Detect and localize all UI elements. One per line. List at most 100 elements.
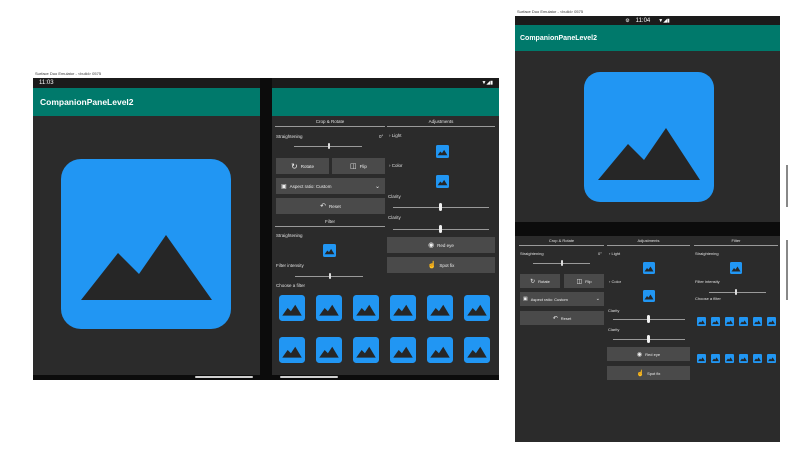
- section-header-crop-rotate-2: Crop & Rotate: [519, 238, 604, 246]
- image-icon: [436, 145, 449, 158]
- reset-button-2[interactable]: ↶ Reset: [520, 311, 604, 325]
- filter-thumbnail[interactable]: [353, 337, 379, 363]
- filter-thumbnail[interactable]: [464, 295, 490, 321]
- device-hinge-2: [515, 222, 780, 236]
- rotate-button-2[interactable]: ↻ Rotate: [520, 274, 560, 288]
- filter-thumbnail[interactable]: [767, 354, 776, 363]
- filter-intensity-slider-thumb-2[interactable]: [735, 289, 737, 295]
- undo-icon: ↶: [320, 203, 327, 210]
- flip-icon: ◫: [350, 163, 357, 170]
- color-expander-2[interactable]: › Color: [609, 279, 621, 284]
- image-icon: [323, 244, 336, 257]
- straightening-value-2: 0°: [598, 251, 602, 256]
- chevron-down-icon: ⌄: [374, 183, 380, 190]
- filter-intensity-slider-2[interactable]: [709, 292, 766, 293]
- section-header-filter: Filter: [275, 219, 385, 227]
- clarity-label-3: Clarity: [608, 308, 620, 313]
- filter-thumbnail[interactable]: [316, 337, 342, 363]
- flip-button[interactable]: ◫ Flip: [332, 158, 385, 174]
- chevron-down-icon: ⌄: [595, 296, 600, 302]
- scrollbar-bottom[interactable]: [786, 240, 788, 300]
- clarity-label-2: Clarity: [388, 215, 401, 220]
- undo-icon: ↶: [552, 315, 558, 322]
- flip-button-2[interactable]: ◫ Flip: [564, 274, 604, 288]
- filter-straightening-label: Straightening: [276, 233, 303, 238]
- spot-fix-button[interactable]: ☝ Spot fix: [387, 257, 495, 273]
- red-eye-button[interactable]: ◉ Red eye: [387, 237, 495, 253]
- image-icon: [643, 290, 655, 302]
- status-bar-2: ⚙ 11:04 ▼◢▮: [515, 16, 780, 25]
- device-hinge: [260, 78, 272, 380]
- eye-icon: ◉: [428, 242, 435, 249]
- filter-thumbnail[interactable]: [753, 354, 762, 363]
- filter-thumbnail[interactable]: [427, 337, 453, 363]
- straightening-slider-thumb-2[interactable]: [561, 260, 563, 266]
- image-icon: [436, 175, 449, 188]
- rotate-button[interactable]: ↻ Rotate: [276, 158, 329, 174]
- straightening-label-2: Straightening: [520, 251, 544, 256]
- clarity-slider-thumb-2[interactable]: [439, 225, 442, 233]
- filter-thumbnail[interactable]: [353, 295, 379, 321]
- aspect-ratio-dropdown-2[interactable]: ▣ Aspect ratio: Custom ⌄: [520, 292, 604, 306]
- clarity-slider-thumb-4[interactable]: [647, 335, 650, 343]
- image-preview-icon: [61, 159, 231, 329]
- touch-icon: ☝: [636, 370, 645, 377]
- touch-icon: ☝: [427, 262, 437, 269]
- section-header-adjustments: Adjustments: [387, 119, 495, 127]
- filter-intensity-slider-thumb[interactable]: [329, 273, 331, 279]
- gesture-handle-2[interactable]: [280, 376, 338, 378]
- straightening-value: 0°: [379, 134, 384, 139]
- status-icons: ▼◢▮: [481, 80, 493, 86]
- filter-thumbnail[interactable]: [725, 354, 734, 363]
- filter-thumbnail[interactable]: [711, 354, 720, 363]
- light-expander[interactable]: › Light: [389, 133, 402, 138]
- settings-icon: ⚙: [625, 17, 630, 24]
- emulator-title: Surface Duo Emulator - <build> 0575: [35, 71, 102, 76]
- eye-icon: ◉: [636, 351, 643, 358]
- filter-intensity-label-2: Filter intensity: [695, 279, 720, 284]
- filter-intensity-label: Filter intensity: [276, 263, 304, 268]
- filter-thumbnail[interactable]: [390, 337, 416, 363]
- filter-thumbnail[interactable]: [279, 295, 305, 321]
- image-icon: [643, 262, 655, 274]
- status-time-2: 11:04: [635, 17, 651, 24]
- reset-button[interactable]: ↶ Reset: [276, 198, 385, 214]
- filter-thumbnail[interactable]: [390, 295, 416, 321]
- clarity-label: Clarity: [388, 194, 401, 199]
- app-title-2: CompanionPaneLevel2: [520, 34, 598, 42]
- filter-thumbnail[interactable]: [316, 295, 342, 321]
- spot-fix-button-2[interactable]: ☝ Spot fix: [607, 366, 690, 380]
- status-time: 11:03: [39, 80, 54, 86]
- filter-thumbnail[interactable]: [427, 295, 453, 321]
- clarity-label-4: Clarity: [608, 327, 620, 332]
- filter-thumbnail[interactable]: [279, 337, 305, 363]
- color-expander[interactable]: › Color: [389, 163, 403, 168]
- gesture-handle[interactable]: [195, 376, 253, 378]
- filter-thumbnail[interactable]: [697, 317, 706, 326]
- light-expander-2[interactable]: › Light: [609, 251, 620, 256]
- navigation-bar: [33, 375, 499, 380]
- filter-thumbnail[interactable]: [697, 354, 706, 363]
- choose-filter-label: Choose a filter: [276, 283, 306, 288]
- filter-straightening-label-2: Straightening: [695, 251, 719, 256]
- status-icons-2: ▼◢▮: [658, 17, 670, 24]
- emulator-title-2: Surface Duo Emulator - <build> 0575: [517, 9, 584, 14]
- filter-thumbnail[interactable]: [725, 317, 734, 326]
- filter-thumbnail[interactable]: [767, 317, 776, 326]
- red-eye-button-2[interactable]: ◉ Red eye: [607, 347, 690, 361]
- clarity-slider-thumb[interactable]: [439, 203, 442, 211]
- app-bar: CompanionPaneLevel2: [33, 88, 260, 116]
- filter-thumbnail[interactable]: [464, 337, 490, 363]
- scrollbar-top[interactable]: [786, 165, 788, 207]
- straightening-slider-thumb[interactable]: [328, 143, 330, 149]
- app-bar-2: CompanionPaneLevel2: [515, 25, 780, 51]
- chevron-right-icon: ›: [389, 133, 391, 138]
- filter-thumbnail[interactable]: [739, 354, 748, 363]
- section-header-filter-2: Filter: [694, 238, 778, 246]
- filter-thumbnail[interactable]: [711, 317, 720, 326]
- image-preview-icon-2: [584, 72, 714, 202]
- filter-thumbnail[interactable]: [753, 317, 762, 326]
- filter-thumbnail[interactable]: [739, 317, 748, 326]
- aspect-ratio-dropdown[interactable]: ▣ Aspect ratio: Custom ⌄: [276, 178, 385, 194]
- clarity-slider-thumb-3[interactable]: [647, 315, 650, 323]
